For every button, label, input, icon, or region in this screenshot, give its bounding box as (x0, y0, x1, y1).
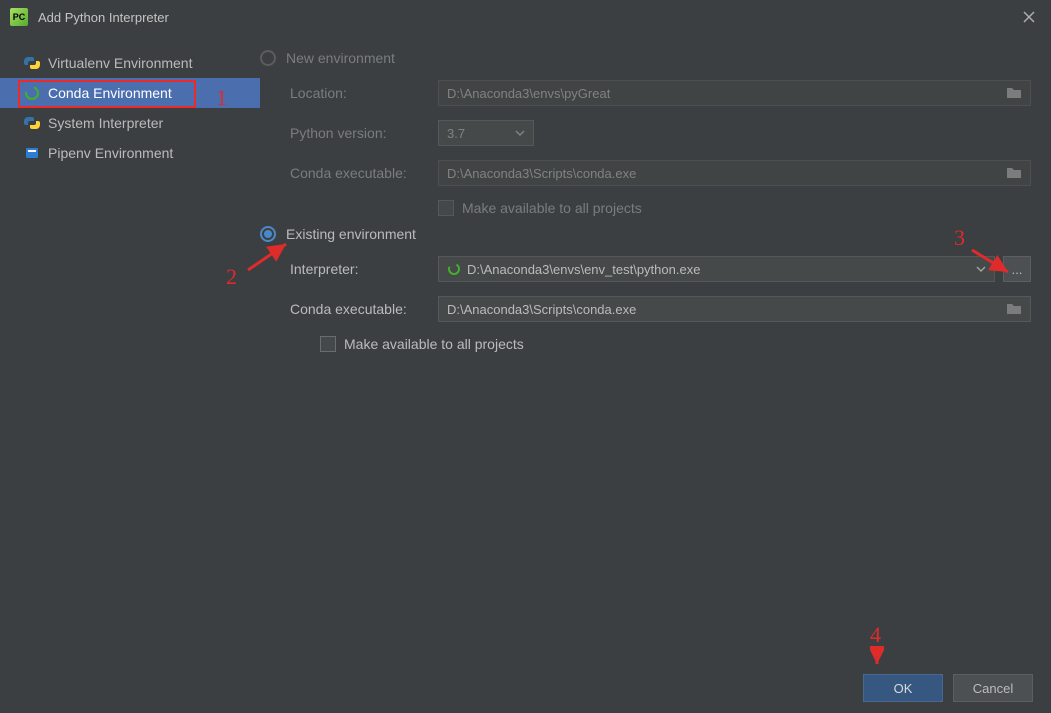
conda-icon (447, 262, 461, 276)
conda-exec-label-ex: Conda executable: (290, 301, 438, 317)
make-avail-checkbox-ex[interactable] (320, 336, 336, 352)
make-avail-label-new: Make available to all projects (462, 200, 642, 216)
conda-exec-input-ex[interactable]: D:\Anaconda3\Scripts\conda.exe (438, 296, 1031, 322)
conda-exec-input-new[interactable]: D:\Anaconda3\Scripts\conda.exe (438, 160, 1031, 186)
location-label: Location: (290, 85, 438, 101)
pipenv-icon (22, 145, 42, 161)
folder-icon[interactable] (1006, 166, 1022, 180)
pyver-select[interactable]: 3.7 (438, 120, 534, 146)
interpreter-value: D:\Anaconda3\envs\env_test\python.exe (467, 262, 700, 277)
existing-env-radio[interactable] (260, 226, 276, 242)
existing-env-form: Interpreter: D:\Anaconda3\envs\env_test\… (290, 256, 1031, 352)
sidebar-item-label: Pipenv Environment (48, 145, 173, 161)
window-title: Add Python Interpreter (38, 10, 169, 25)
sidebar-item-system[interactable]: System Interpreter (0, 108, 260, 138)
existing-env-radio-row: Existing environment (260, 226, 1031, 242)
pyver-value: 3.7 (447, 126, 465, 141)
new-env-form: Location: D:\Anaconda3\envs\pyGreat Pyth… (290, 80, 1031, 216)
browse-interpreter-button[interactable]: ... (1003, 256, 1031, 282)
chevron-down-icon (976, 264, 986, 274)
sidebar-item-label: Virtualenv Environment (48, 55, 192, 71)
conda-exec-label: Conda executable: (290, 165, 438, 181)
sidebar-item-label: System Interpreter (48, 115, 163, 131)
content: New environment Location: D:\Anaconda3\e… (260, 34, 1051, 663)
sidebar-item-conda[interactable]: Conda Environment (0, 78, 260, 108)
close-icon[interactable] (1017, 5, 1041, 29)
location-value: D:\Anaconda3\envs\pyGreat (447, 86, 610, 101)
titlebar: PC Add Python Interpreter (0, 0, 1051, 34)
folder-icon[interactable] (1006, 302, 1022, 316)
conda-icon (22, 85, 42, 101)
location-input[interactable]: D:\Anaconda3\envs\pyGreat (438, 80, 1031, 106)
new-env-radio-row: New environment (260, 50, 1031, 66)
sidebar-item-label: Conda Environment (48, 85, 172, 101)
chevron-down-icon (515, 128, 525, 138)
new-env-radio[interactable] (260, 50, 276, 66)
footer: OK Cancel (0, 663, 1051, 713)
sidebar-item-virtualenv[interactable]: Virtualenv Environment (0, 48, 260, 78)
make-avail-label-ex: Make available to all projects (344, 336, 524, 352)
conda-exec-value-new: D:\Anaconda3\Scripts\conda.exe (447, 166, 636, 181)
sidebar: Virtualenv Environment Conda Environment… (0, 34, 260, 663)
existing-env-radio-label: Existing environment (286, 226, 416, 242)
pyver-label: Python version: (290, 125, 438, 141)
cancel-button[interactable]: Cancel (953, 674, 1033, 702)
make-avail-checkbox-new[interactable] (438, 200, 454, 216)
sidebar-item-pipenv[interactable]: Pipenv Environment (0, 138, 260, 168)
pycharm-icon: PC (10, 8, 28, 26)
ok-button[interactable]: OK (863, 674, 943, 702)
main-area: Virtualenv Environment Conda Environment… (0, 34, 1051, 663)
folder-icon[interactable] (1006, 86, 1022, 100)
python-icon (22, 55, 42, 71)
interpreter-label: Interpreter: (290, 261, 438, 277)
interpreter-combo[interactable]: D:\Anaconda3\envs\env_test\python.exe (438, 256, 995, 282)
conda-exec-value-ex: D:\Anaconda3\Scripts\conda.exe (447, 302, 636, 317)
new-env-radio-label: New environment (286, 50, 395, 66)
python-icon (22, 115, 42, 131)
